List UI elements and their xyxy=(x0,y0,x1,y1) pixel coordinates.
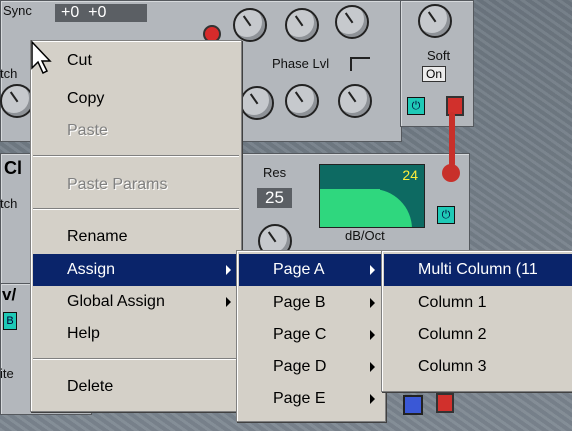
db-oct-label: dB/Oct xyxy=(345,228,385,243)
knob-5[interactable] xyxy=(285,84,319,118)
knob-3[interactable] xyxy=(335,5,369,39)
soft-label: Soft xyxy=(427,48,451,63)
res-label: Res xyxy=(263,165,287,180)
menu-item-delete[interactable]: Delete xyxy=(33,371,239,403)
menu-item-paste: Paste xyxy=(67,122,108,139)
page-submenu: Page A Page B Page C Page D Page E xyxy=(236,250,386,422)
submenu-arrow-icon xyxy=(370,265,375,275)
tch-label-2: tch xyxy=(0,196,18,211)
v-label: v/ xyxy=(2,285,17,304)
filter-power-icon[interactable]: ⏻ xyxy=(437,206,455,224)
menu-item-column-1[interactable]: Column 1 xyxy=(384,287,572,319)
submenu-arrow-icon xyxy=(370,298,375,308)
knob-4[interactable] xyxy=(240,86,274,120)
menu-item-assign[interactable]: Assign xyxy=(33,254,239,286)
menu-item-cut[interactable]: Cut xyxy=(33,45,239,77)
knob-6[interactable] xyxy=(338,84,372,118)
submenu-arrow-icon xyxy=(370,394,375,404)
menu-separator xyxy=(33,155,239,157)
filter-display[interactable]: 24 xyxy=(319,164,425,228)
menu-item-page-b[interactable]: Page B xyxy=(239,287,383,319)
context-menu: Cut Copy Paste Paste Params Rename Assig… xyxy=(30,40,242,412)
filter-value: 24 xyxy=(402,167,418,183)
cl-label: Cl xyxy=(4,158,22,178)
soft-on-button[interactable]: On xyxy=(422,66,447,82)
menu-item-page-e[interactable]: Page E xyxy=(239,383,383,415)
bottom-red-jack[interactable] xyxy=(436,393,454,413)
res-value[interactable]: 25 xyxy=(257,188,292,208)
menu-item-column-2[interactable]: Column 2 xyxy=(384,319,572,351)
menu-item-global-assign[interactable]: Global Assign xyxy=(33,286,239,318)
red-cable xyxy=(449,112,455,167)
menu-item-column-3[interactable]: Column 3 xyxy=(384,351,572,383)
cable-plug xyxy=(442,164,460,182)
ite-label: ite xyxy=(0,366,14,381)
knob-2[interactable] xyxy=(285,8,319,42)
b-badge[interactable]: B xyxy=(3,312,17,330)
sync-label: Sync xyxy=(3,3,32,18)
waveform-icon xyxy=(350,57,370,71)
tch-label: tch xyxy=(0,66,18,81)
menu-item-page-d[interactable]: Page D xyxy=(239,351,383,383)
knob-left[interactable] xyxy=(0,84,34,118)
menu-item-multi-column[interactable]: Multi Column (11 xyxy=(384,254,572,286)
submenu-arrow-icon xyxy=(370,330,375,340)
menu-item-copy[interactable]: Copy xyxy=(33,83,239,115)
column-submenu: Multi Column (11 Column 1 Column 2 Colum… xyxy=(381,250,572,392)
submenu-arrow-icon xyxy=(226,265,231,275)
sync-values[interactable]: +0 +0 xyxy=(55,4,147,22)
menu-separator xyxy=(33,208,239,210)
mouse-pointer-icon xyxy=(31,40,52,75)
menu-item-page-a[interactable]: Page A xyxy=(239,254,383,286)
blue-jack[interactable] xyxy=(403,395,423,415)
menu-item-page-c[interactable]: Page C xyxy=(239,319,383,351)
menu-item-rename[interactable]: Rename xyxy=(33,221,239,253)
menu-separator xyxy=(33,358,239,360)
submenu-arrow-icon xyxy=(226,297,231,307)
submenu-arrow-icon xyxy=(370,362,375,372)
menu-item-help[interactable]: Help xyxy=(33,318,239,350)
soft-knob[interactable] xyxy=(418,4,452,38)
knob-1[interactable] xyxy=(233,8,267,42)
phase-lvl-label: Phase Lvl xyxy=(272,56,330,71)
power-icon[interactable]: ⏻ xyxy=(407,97,425,115)
menu-item-paste-params: Paste Params xyxy=(67,176,168,193)
